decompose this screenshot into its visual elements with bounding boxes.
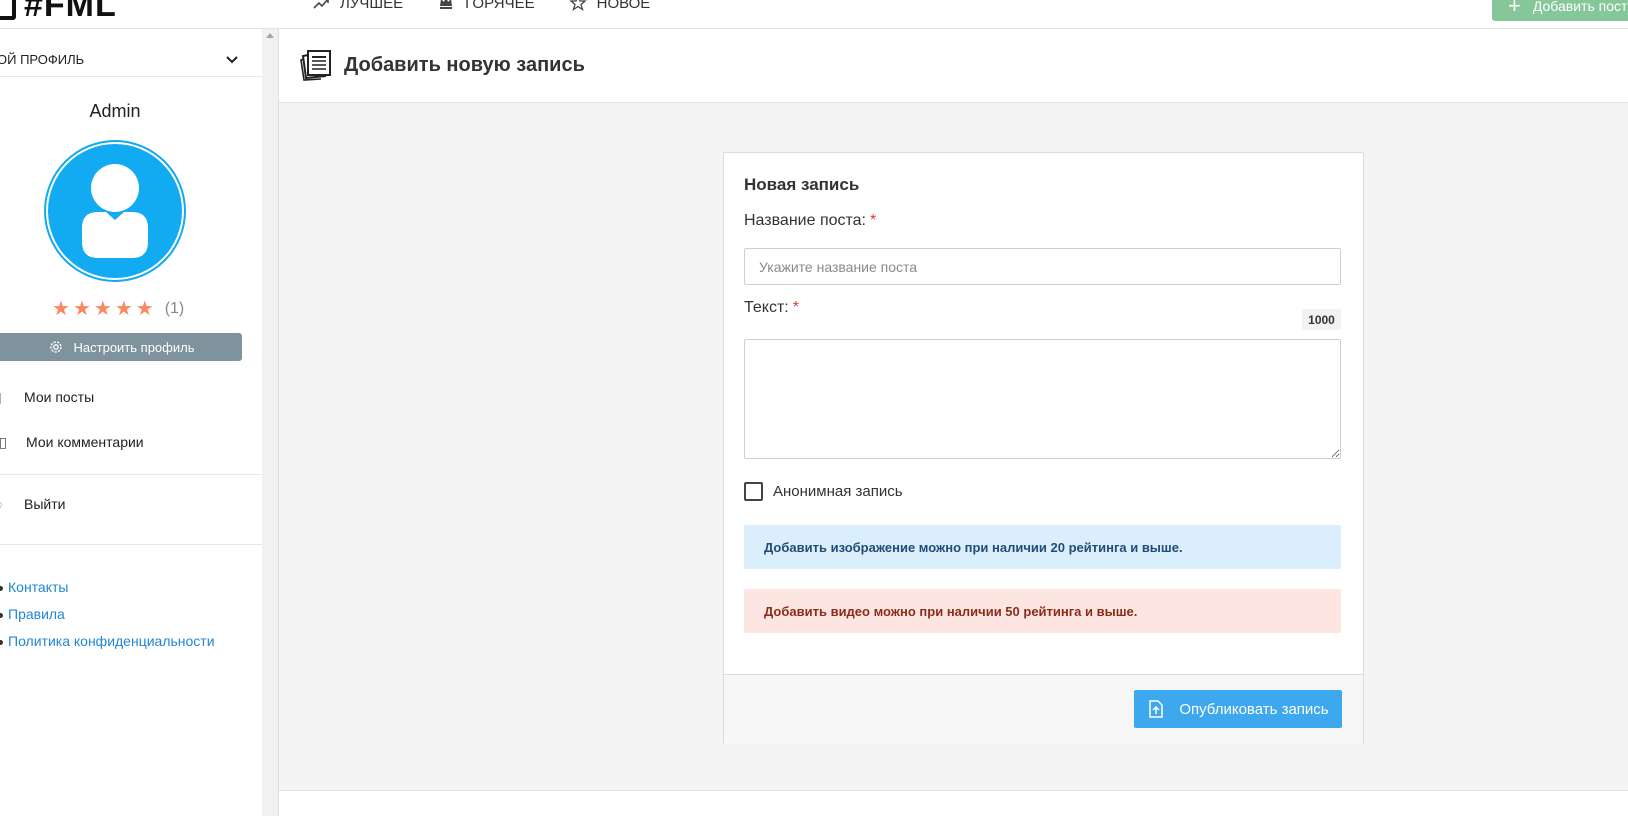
sidebar: ОЙ ПРОФИЛЬ Admin ★ ★ ★ ★ ★ (1) Настроить…: [0, 29, 263, 816]
sidebar-item-label: Мои комментарии: [26, 434, 144, 450]
scroll-up-icon[interactable]: [266, 33, 274, 38]
gear-icon: [49, 341, 62, 353]
anonymous-option[interactable]: Анонимная запись: [744, 482, 903, 501]
post-text-textarea[interactable]: [744, 339, 1341, 459]
star-icon: ★: [52, 298, 70, 320]
video-rating-alert: Добавить видео можно при наличии 50 рейт…: [744, 589, 1341, 633]
user-silhouette-icon: [82, 164, 148, 258]
form-title: Новая запись: [744, 175, 860, 194]
logo-text: #FML: [24, 0, 117, 24]
required-mark: *: [870, 212, 877, 229]
page-title: Добавить новую запись: [344, 54, 585, 76]
add-post-label: Добавить пост: [1532, 0, 1628, 14]
main-nav: ЛУЧШЕЕ ГОРЯЧЕЕ НОВОЕ: [312, 0, 650, 12]
link-privacy[interactable]: Политика конфиденциальности: [0, 633, 215, 660]
star-icon: ★: [114, 298, 133, 320]
nav-item-hot[interactable]: ГОРЯЧЕЕ: [437, 0, 535, 12]
nav-item-label: НОВОЕ: [596, 0, 651, 12]
newspaper-icon: [300, 50, 331, 81]
comments-icon: ◫: [0, 434, 8, 450]
form-footer: Опубликовать запись: [724, 674, 1363, 744]
power-icon: ◌: [0, 496, 6, 512]
required-mark: *: [792, 299, 799, 316]
sidebar-item-label: Мои посты: [24, 389, 95, 405]
logo-icon: [0, 0, 16, 20]
post-text-label-text: Текст:: [744, 299, 789, 316]
sidebar-item-logout[interactable]: ◌ Выйти: [0, 496, 65, 512]
top-header: #FML ЛУЧШЕЕ ГОРЯЧЕЕ НОВОЕ + Добавить пос…: [0, 0, 1628, 29]
sidebar-item-my-comments[interactable]: ◫ Мои комментарии: [0, 434, 144, 450]
footer-links: Контакты Правила Политика конфиденциальн…: [0, 579, 215, 660]
image-rating-alert: Добавить изображение можно при наличии 2…: [744, 525, 1341, 569]
link-rules[interactable]: Правила: [0, 606, 215, 633]
star-outline-icon: [568, 0, 587, 12]
char-counter: 1000: [1302, 309, 1341, 330]
profile-dropdown-toggle[interactable]: ОЙ ПРОФИЛЬ: [0, 43, 262, 77]
sidebar-item-my-posts[interactable]: ▯ Мои посты: [0, 389, 94, 405]
post-title-input[interactable]: [744, 248, 1341, 285]
avatar[interactable]: [46, 142, 184, 280]
profile-toggle-label: ОЙ ПРОФИЛЬ: [0, 52, 85, 67]
post-title-label: Название поста: *: [744, 212, 876, 230]
settings-button-label: Настроить профиль: [73, 339, 195, 355]
post-text-label: Текст: *: [744, 299, 799, 317]
post-title-label-text: Название поста:: [744, 212, 866, 229]
page-footer: [279, 791, 1628, 816]
chevron-down-icon: [226, 55, 238, 63]
nav-item-best[interactable]: ЛУЧШЕЕ: [312, 0, 403, 12]
publish-button-label: Опубликовать запись: [1179, 700, 1329, 718]
crown-icon: [440, 0, 453, 9]
link-contacts[interactable]: Контакты: [0, 579, 215, 606]
sidebar-divider: [0, 474, 262, 475]
nav-item-new[interactable]: НОВОЕ: [568, 0, 651, 12]
nav-item-label: ЛУЧШЕЕ: [340, 0, 404, 12]
rating-count: (1): [164, 300, 185, 317]
new-post-form: Новая запись Название поста:* Текст:* 10…: [723, 152, 1364, 744]
document-icon: ▯: [0, 389, 6, 405]
sidebar-scrollbar[interactable]: [262, 29, 279, 816]
nav-item-label: ГОРЯЧЕЕ: [465, 0, 535, 12]
add-post-button[interactable]: + Добавить пост: [1492, 0, 1628, 21]
anonymous-label: Анонимная запись: [773, 483, 903, 500]
trending-up-icon: [313, 0, 329, 9]
user-rating: ★ ★ ★ ★ ★ (1): [52, 298, 185, 320]
publish-post-button[interactable]: Опубликовать запись: [1134, 690, 1342, 728]
star-icon: ★: [93, 298, 112, 320]
site-logo[interactable]: #FML: [0, 0, 117, 25]
sidebar-divider: [0, 544, 262, 545]
plus-icon: +: [1508, 0, 1521, 18]
sidebar-item-label: Выйти: [24, 496, 66, 512]
file-upload-icon: [1149, 700, 1164, 718]
star-icon: ★: [135, 298, 154, 320]
username: Admin: [89, 101, 141, 121]
page-header: Добавить новую запись: [279, 29, 1628, 103]
anonymous-checkbox[interactable]: [744, 482, 763, 501]
star-icon: ★: [72, 298, 91, 320]
profile-settings-button[interactable]: Настроить профиль: [0, 333, 242, 361]
